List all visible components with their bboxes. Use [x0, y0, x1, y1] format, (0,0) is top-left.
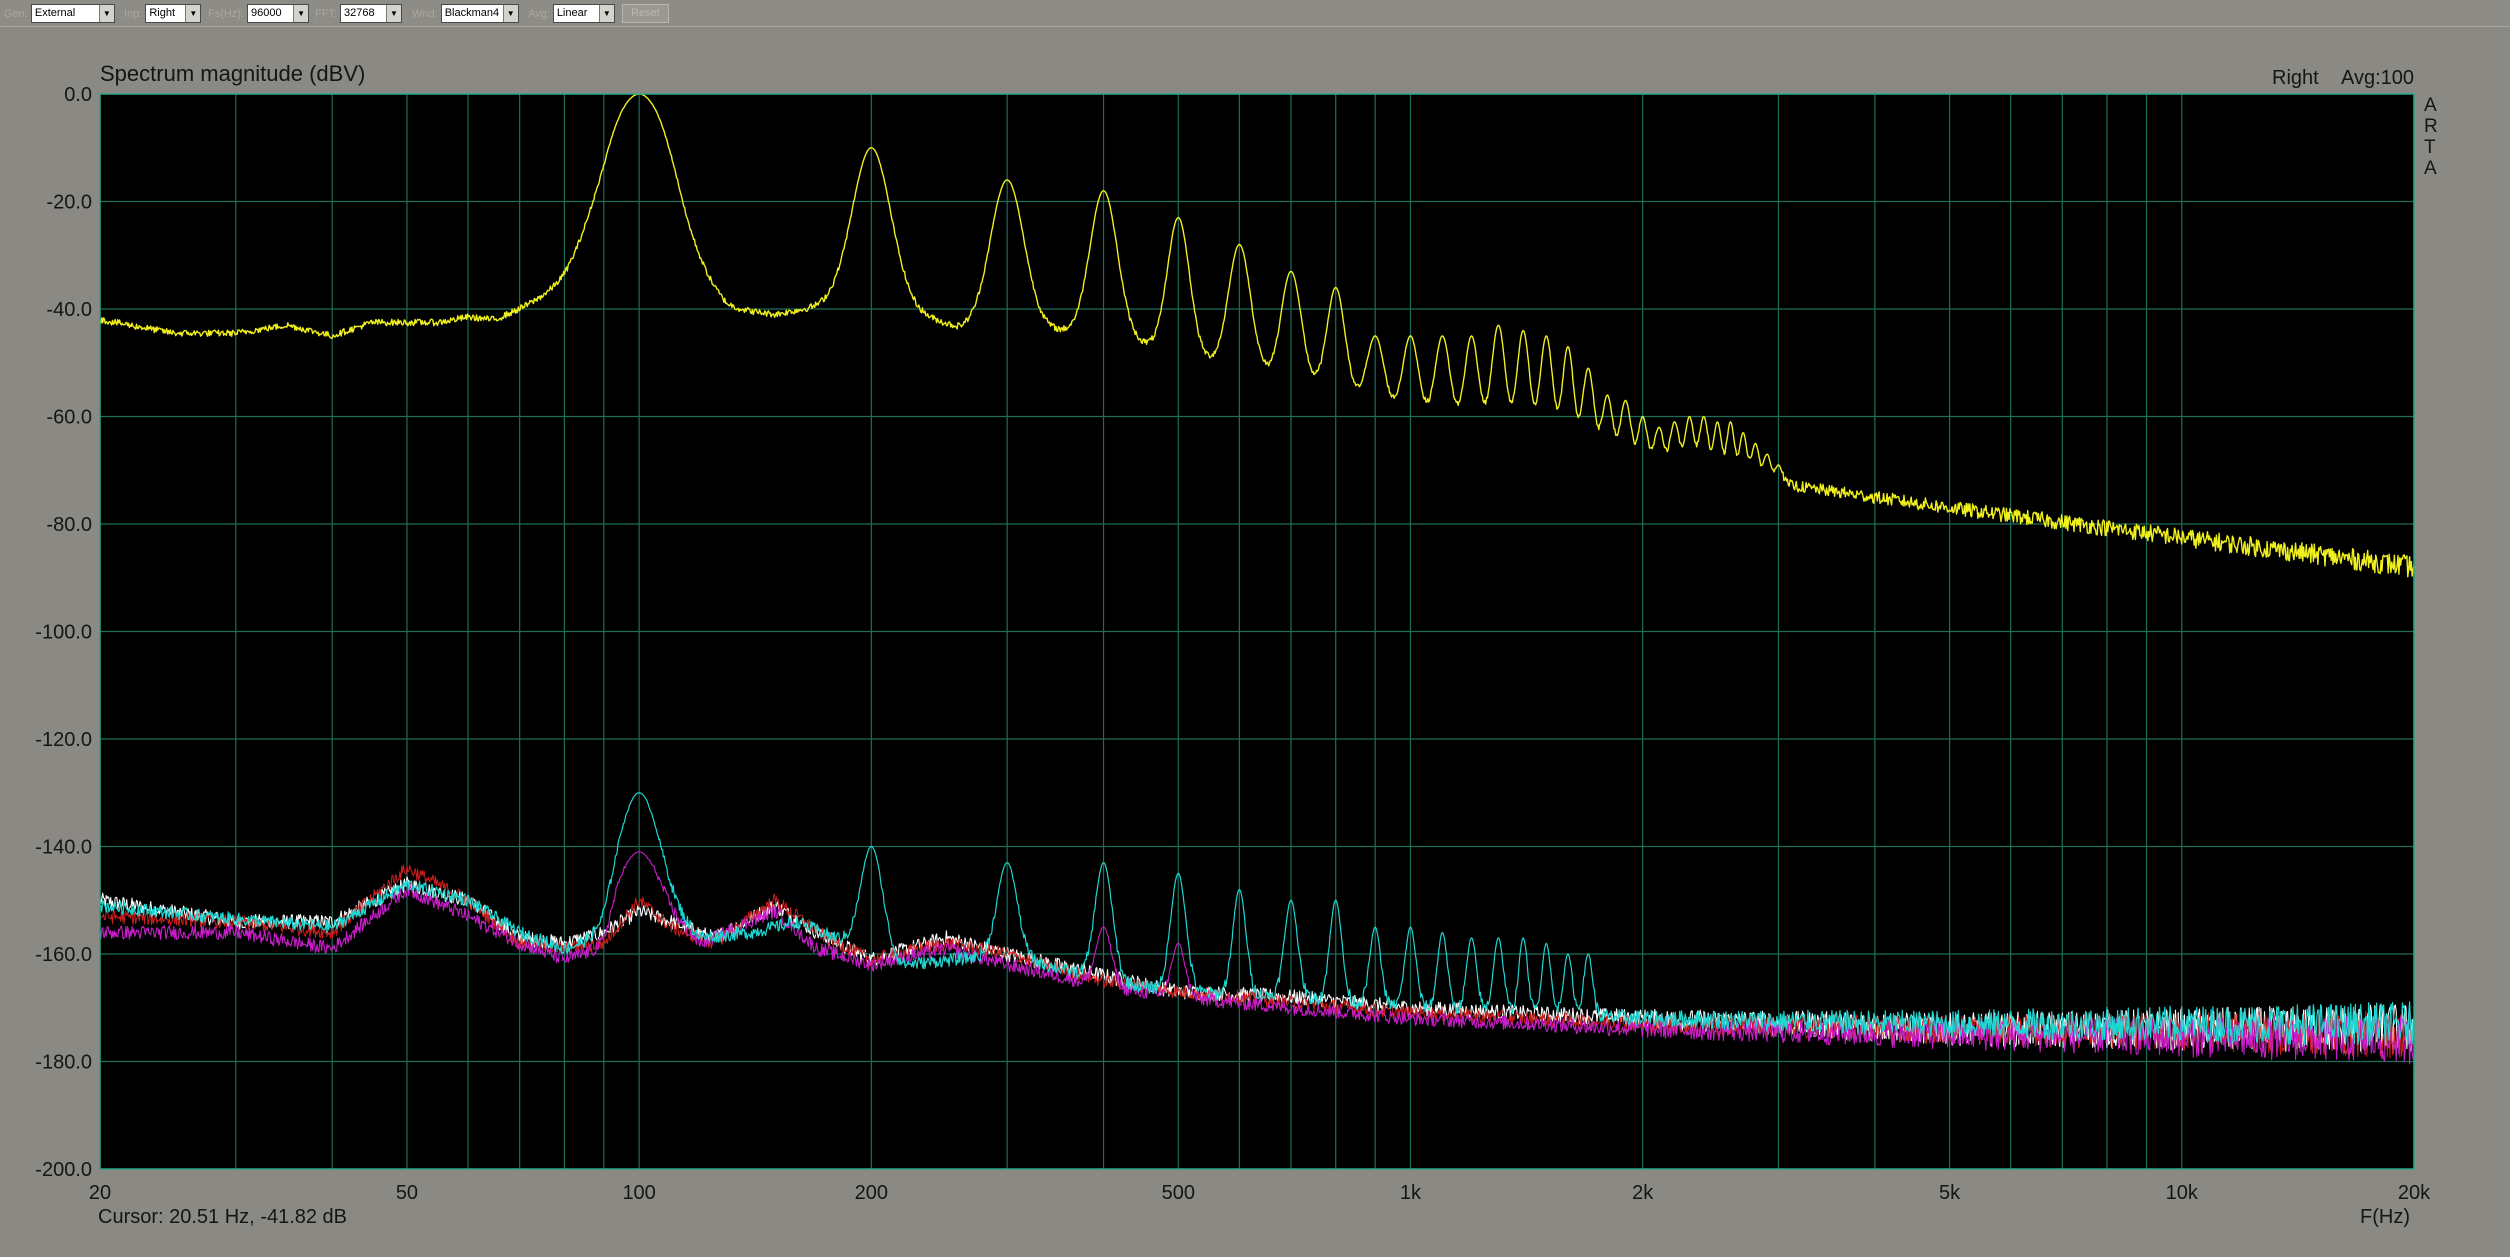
dropdown-arrow-icon[interactable]: ▼ — [185, 5, 201, 22]
x-tick-label: 10k — [2166, 1182, 2199, 1204]
x-axis-ticks: 20 50 100 200 500 1k 2k 5k 10k 20k — [89, 1182, 2431, 1204]
window-value: Blackman4 — [444, 7, 500, 19]
x-tick-label: 2k — [1632, 1182, 1654, 1204]
arta-logo-letter: A — [2424, 95, 2437, 116]
generator-label: Gen: — [4, 7, 28, 20]
x-tick-label: 20k — [2398, 1182, 2431, 1204]
input-select[interactable]: Right ▼ — [145, 4, 202, 23]
y-tick-label: -40.0 — [46, 299, 92, 321]
samplerate-control: Fs(Hz): 96000 ▼ — [208, 3, 310, 24]
x-tick-label: 20 — [89, 1182, 111, 1204]
x-tick-label: 500 — [1162, 1182, 1195, 1204]
y-tick-label: -100.0 — [35, 622, 92, 644]
fft-value: 32768 — [344, 7, 375, 19]
dropdown-arrow-icon[interactable]: ▼ — [98, 5, 114, 22]
y-tick-label: -200.0 — [35, 1159, 92, 1181]
window-label: Wnd: — [412, 7, 438, 20]
window-select[interactable]: Blackman4 ▼ — [440, 4, 519, 23]
y-tick-label: -140.0 — [35, 837, 92, 859]
averaging-select[interactable]: Linear ▼ — [552, 4, 615, 23]
arta-logo-letter: T — [2424, 137, 2436, 158]
averaging-label: Avg: — [528, 7, 550, 20]
dropdown-arrow-icon[interactable]: ▼ — [598, 5, 614, 22]
y-tick-label: 0.0 — [64, 84, 92, 106]
cursor-readout: Cursor: 20.51 Hz, -41.82 dB — [98, 1206, 347, 1228]
y-tick-label: -80.0 — [46, 514, 92, 536]
samplerate-label: Fs(Hz): — [208, 7, 245, 20]
samplerate-select[interactable]: 96000 ▼ — [247, 4, 310, 23]
arta-logo-letter: A — [2424, 158, 2437, 179]
arta-logo: ARTA — [2424, 95, 2438, 179]
reset-control: Reset — [622, 3, 669, 24]
toolbar: Gen: External ▼ Inp: Right ▼ Fs(Hz): 960… — [0, 0, 2510, 27]
generator-select[interactable]: External ▼ — [30, 4, 115, 23]
spectrum-chart[interactable]: 0.0 -20.0 -40.0 -60.0 -80.0 -100.0 -120.0 -140.… — [0, 27, 2510, 1257]
input-control: Inp: Right ▼ — [124, 3, 202, 24]
dropdown-arrow-icon[interactable]: ▼ — [293, 5, 309, 22]
generator-value: External — [34, 7, 76, 19]
reset-button[interactable]: Reset — [622, 4, 669, 23]
samplerate-value: 96000 — [251, 7, 282, 19]
x-tick-label: 5k — [1939, 1182, 1961, 1204]
y-tick-label: -180.0 — [35, 1052, 92, 1074]
y-axis-ticks: 0.0 -20.0 -40.0 -60.0 -80.0 -100.0 -120.0 -140.… — [35, 84, 92, 1181]
x-tick-label: 1k — [1400, 1182, 1422, 1204]
y-tick-label: -60.0 — [46, 407, 92, 429]
average-indicator: Avg:100 — [2341, 67, 2414, 89]
window-control: Wnd: Blackman4 ▼ — [412, 3, 519, 24]
averaging-control: Avg: Linear ▼ — [528, 3, 615, 24]
dropdown-arrow-icon[interactable]: ▼ — [386, 5, 401, 22]
x-tick-label: 200 — [855, 1182, 888, 1204]
input-value: Right — [149, 7, 176, 19]
arta-logo-letter: R — [2424, 116, 2438, 137]
x-tick-label: 50 — [396, 1182, 418, 1204]
generator-control: Gen: External ▼ — [4, 3, 115, 24]
fft-label: FFT: — [315, 7, 337, 20]
app-window: Gen: External ▼ Inp: Right ▼ Fs(Hz): 960… — [0, 0, 2510, 1257]
fft-select[interactable]: 32768 ▼ — [340, 4, 402, 23]
fft-control: FFT: 32768 ▼ — [315, 3, 402, 24]
channel-indicator: Right — [2272, 67, 2319, 89]
chart-title: Spectrum magnitude (dBV) — [100, 61, 365, 86]
y-tick-label: -160.0 — [35, 944, 92, 966]
input-label: Inp: — [124, 7, 143, 20]
y-tick-label: -120.0 — [35, 729, 92, 751]
averaging-value: Linear — [556, 7, 588, 19]
y-tick-label: -20.0 — [46, 192, 92, 214]
x-axis-label: F(Hz) — [2360, 1206, 2410, 1228]
x-tick-label: 100 — [622, 1182, 655, 1204]
dropdown-arrow-icon[interactable]: ▼ — [502, 5, 518, 22]
